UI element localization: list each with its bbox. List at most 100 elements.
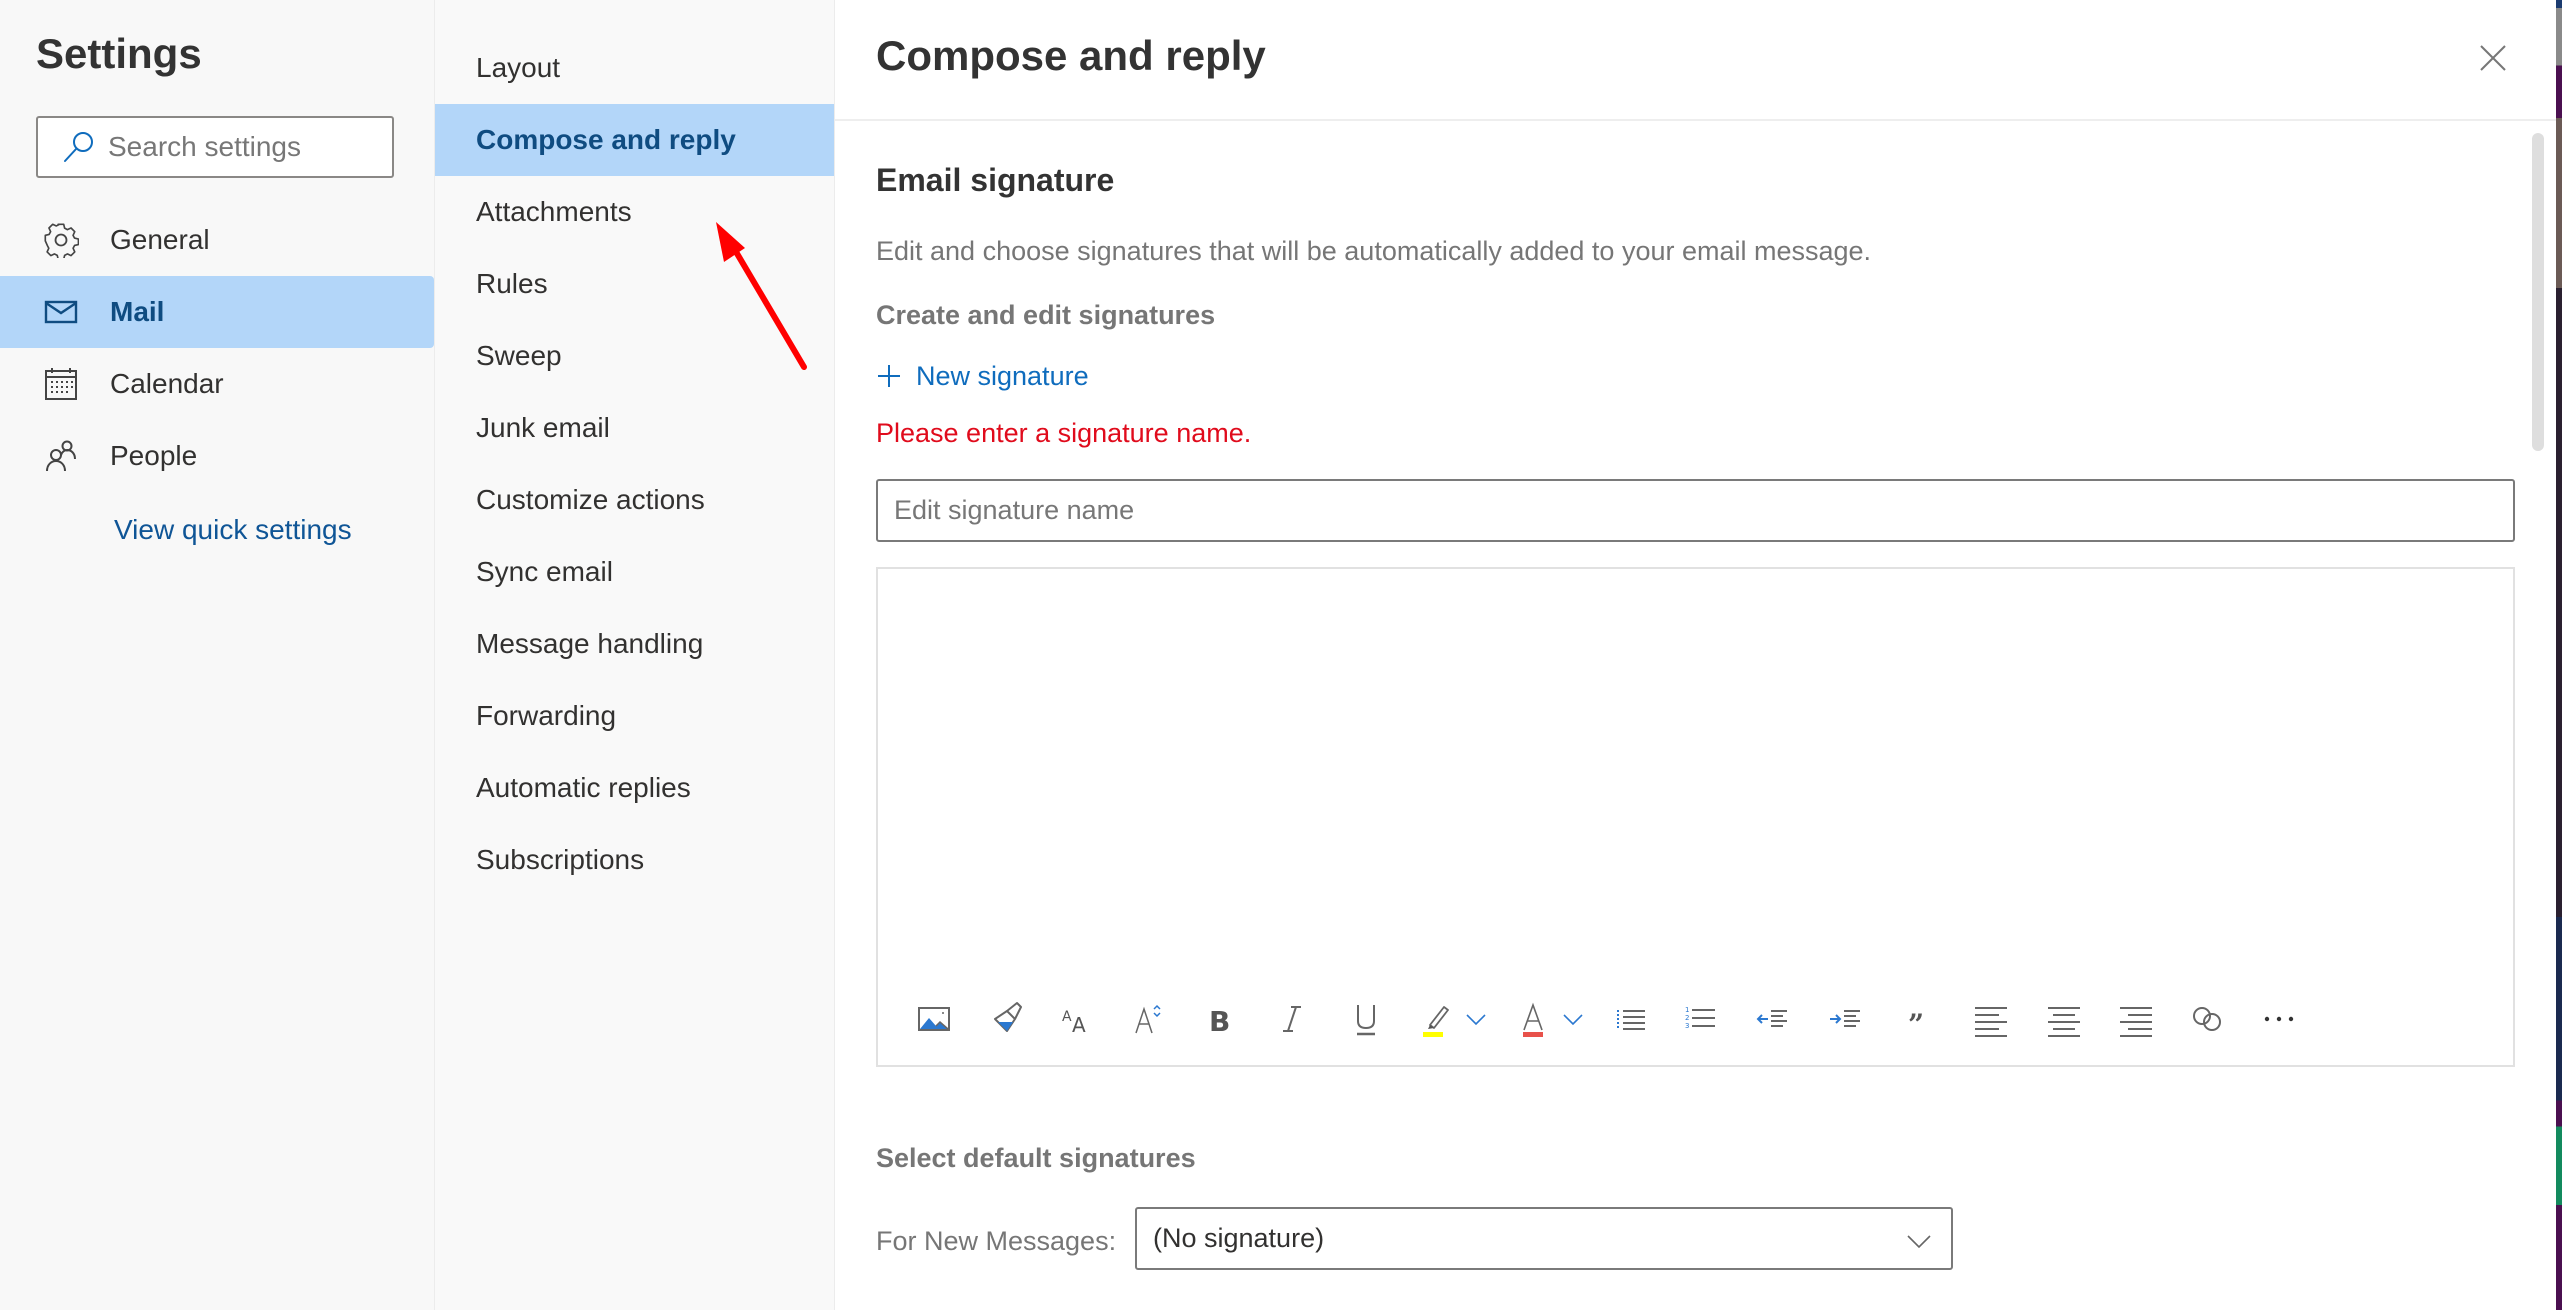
- nav-item-label: Compose and reply: [476, 124, 736, 155]
- category-calendar[interactable]: Calendar: [0, 348, 434, 420]
- nav-item-layout[interactable]: Layout: [435, 32, 834, 104]
- signature-editor: A A B 1 2 3 ”: [876, 567, 2515, 1067]
- italic-button[interactable]: [1269, 994, 1315, 1044]
- settings-panel: Settings General Mail: [0, 0, 435, 1310]
- font-button[interactable]: A A: [1055, 994, 1101, 1044]
- chevron-down-icon: [1563, 1014, 1583, 1026]
- align-left-button[interactable]: [1968, 994, 2014, 1044]
- nav-item-sweep[interactable]: Sweep: [435, 320, 834, 392]
- numbering-button[interactable]: 123: [1678, 994, 1724, 1044]
- select-default-signatures-heading: Select default signatures: [876, 1143, 1196, 1173]
- search-icon: [64, 132, 93, 162]
- background-window-strip: [2556, 0, 2562, 1310]
- calendar-icon: [45, 368, 77, 400]
- paintbrush-icon: [994, 1002, 1022, 1032]
- signature-name-error: Please enter a signature name.: [876, 418, 1252, 448]
- nav-item-message-handling[interactable]: Message handling: [435, 608, 834, 680]
- people-icon: [46, 440, 76, 472]
- create-edit-signatures-heading: Create and edit signatures: [876, 300, 1216, 330]
- increase-indent-button[interactable]: [1823, 994, 1869, 1044]
- email-signature-heading: Email signature: [876, 162, 1115, 198]
- category-label: People: [110, 440, 198, 471]
- nav-item-label: Rules: [476, 268, 548, 299]
- font-color-dropdown[interactable]: [1560, 994, 1586, 1044]
- font-color-button[interactable]: [1510, 994, 1556, 1044]
- selected-signature-value: (No signature): [1153, 1223, 1325, 1253]
- plus-icon: [878, 365, 900, 387]
- highlight-color-dropdown[interactable]: [1463, 994, 1489, 1044]
- formatting-toolbar: A A B 1 2 3 ”: [878, 994, 2513, 1044]
- highlighter-icon: [1423, 1006, 1449, 1037]
- outdent-icon: [1756, 1010, 1787, 1027]
- nav-item-label: Sweep: [476, 340, 562, 371]
- nav-item-junk-email[interactable]: Junk email: [435, 392, 834, 464]
- search-settings-box[interactable]: [36, 116, 394, 178]
- insert-link-button[interactable]: [2184, 994, 2230, 1044]
- new-signature-label: New signature: [916, 360, 1089, 391]
- nav-item-compose-and-reply[interactable]: Compose and reply: [435, 104, 834, 176]
- nav-item-rules[interactable]: Rules: [435, 248, 834, 320]
- pane-header: Compose and reply: [835, 0, 2556, 121]
- view-quick-settings-link[interactable]: View quick settings: [114, 514, 352, 546]
- nav-item-label: Customize actions: [476, 484, 705, 515]
- insert-picture-button[interactable]: [911, 994, 957, 1044]
- align-center-button[interactable]: [2041, 994, 2087, 1044]
- signature-editor-body[interactable]: [878, 569, 2513, 969]
- category-general[interactable]: General: [0, 204, 434, 276]
- chevron-down-icon: [1907, 1235, 1931, 1249]
- align-right-button[interactable]: [2113, 994, 2159, 1044]
- quote-button[interactable]: ”: [1896, 994, 1942, 1044]
- nav-item-label: Automatic replies: [476, 772, 691, 803]
- more-options-button[interactable]: [2256, 994, 2302, 1044]
- mail-settings-nav: Layout Compose and reply Attachments Rul…: [435, 0, 835, 1310]
- search-settings-input[interactable]: [108, 131, 368, 163]
- compose-and-reply-pane: Compose and reply Email signature Edit a…: [835, 0, 2556, 1310]
- decrease-indent-button[interactable]: [1750, 994, 1796, 1044]
- nav-item-label: Sync email: [476, 556, 613, 587]
- category-mail[interactable]: Mail: [0, 276, 434, 348]
- bullets-button[interactable]: [1608, 994, 1654, 1044]
- more-icon: [2264, 1016, 2294, 1022]
- email-signature-description: Edit and choose signatures that will be …: [876, 236, 1872, 266]
- svg-text:A: A: [1062, 1009, 1072, 1025]
- nav-item-sync-email[interactable]: Sync email: [435, 536, 834, 608]
- image-icon: [918, 1007, 950, 1031]
- font-size-button[interactable]: [1127, 994, 1173, 1044]
- category-people[interactable]: People: [0, 420, 434, 492]
- nav-item-label: Subscriptions: [476, 844, 645, 875]
- page-title: Compose and reply: [876, 32, 1266, 79]
- italic-icon: [1283, 1006, 1301, 1032]
- nav-item-label: Attachments: [476, 196, 632, 227]
- align-center-icon: [2048, 1007, 2080, 1037]
- align-right-icon: [2120, 1007, 2152, 1037]
- gear-icon: [44, 223, 79, 258]
- underline-button[interactable]: [1343, 994, 1389, 1044]
- nav-item-automatic-replies[interactable]: Automatic replies: [435, 752, 834, 824]
- close-icon[interactable]: [2475, 40, 2511, 76]
- nav-item-customize-actions[interactable]: Customize actions: [435, 464, 834, 536]
- mail-icon: [44, 300, 78, 324]
- bold-button[interactable]: B: [1197, 994, 1243, 1044]
- category-label: Calendar: [110, 368, 224, 399]
- svg-text:1: 1: [1685, 1006, 1689, 1014]
- nav-item-label: Forwarding: [476, 700, 617, 731]
- nav-item-label: Junk email: [476, 412, 610, 443]
- format-painter-button[interactable]: [984, 994, 1030, 1044]
- highlight-button[interactable]: [1413, 994, 1459, 1044]
- nav-item-forwarding[interactable]: Forwarding: [435, 680, 834, 752]
- new-messages-signature-select[interactable]: (No signature): [1135, 1207, 1953, 1270]
- content-scrollbar[interactable]: [2532, 133, 2544, 451]
- nav-item-attachments[interactable]: Attachments: [435, 176, 834, 248]
- svg-text:A: A: [1072, 1013, 1086, 1037]
- bullet-list-icon: [1617, 1010, 1645, 1030]
- nav-item-subscriptions[interactable]: Subscriptions: [435, 824, 834, 896]
- svg-text:3: 3: [1685, 1022, 1689, 1030]
- nav-item-label: Layout: [476, 52, 561, 83]
- highlight-color-swatch: [1423, 1032, 1443, 1037]
- svg-text:2: 2: [1685, 1014, 1689, 1022]
- signature-name-input[interactable]: [876, 479, 2515, 542]
- nav-item-label: Message handling: [476, 628, 704, 659]
- new-signature-button[interactable]: New signature: [876, 356, 1089, 396]
- category-label: General: [110, 224, 210, 255]
- font-color-icon: [1523, 1002, 1543, 1037]
